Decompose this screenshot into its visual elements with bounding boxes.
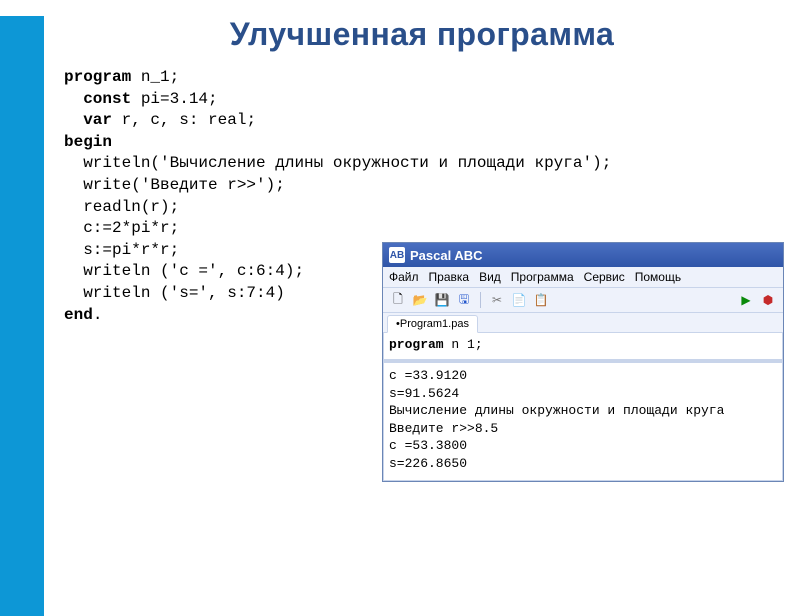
menu-bar: Файл Правка Вид Программа Сервис Помощь — [383, 267, 783, 288]
code-line: write('Введите r>>'); — [64, 176, 285, 194]
menu-service[interactable]: Сервис — [584, 270, 625, 284]
menu-help[interactable]: Помощь — [635, 270, 681, 284]
new-file-icon[interactable]: 🗋 — [389, 291, 407, 309]
cut-icon[interactable]: ✂ — [488, 291, 506, 309]
slide-accent-bar — [0, 16, 44, 616]
code-line: readln(r); — [64, 198, 179, 216]
code-text: r, c, s: real; — [112, 111, 256, 129]
run-icon[interactable]: ▶ — [737, 291, 755, 309]
output-console[interactable]: c =33.9120 s=91.5624 Вычисление длины ок… — [383, 360, 783, 481]
code-line: writeln ('s=', s:7:4) — [64, 284, 285, 302]
pascal-abc-window: AB Pascal ABC Файл Правка Вид Программа … — [382, 242, 784, 482]
editor-text: n 1; — [444, 337, 483, 352]
menu-view[interactable]: Вид — [479, 270, 501, 284]
paste-icon[interactable]: 📋 — [532, 291, 550, 309]
code-text: . — [93, 306, 103, 324]
open-file-icon[interactable]: 📂 — [411, 291, 429, 309]
copy-icon[interactable]: 📄 — [510, 291, 528, 309]
code-line: writeln ('c =', c:6:4); — [64, 262, 304, 280]
stop-icon[interactable]: ⬢ — [759, 291, 777, 309]
toolbar: 🗋 📂 💾 🖫 ✂ 📄 📋 ▶ ⬢ — [383, 288, 783, 313]
slide-title: Улучшенная программа — [58, 16, 786, 53]
code-kw-begin: begin — [64, 133, 112, 151]
save-icon[interactable]: 💾 — [433, 291, 451, 309]
code-text: pi=3.14; — [131, 90, 217, 108]
app-logo-icon: AB — [389, 247, 405, 263]
code-kw-program: program — [64, 68, 131, 86]
window-title-bar[interactable]: AB Pascal ABC — [383, 243, 783, 267]
code-text: n_1; — [131, 68, 179, 86]
menu-file[interactable]: Файл — [389, 270, 419, 284]
code-line: writeln('Вычисление длины окружности и п… — [64, 154, 611, 172]
menu-program[interactable]: Программа — [511, 270, 574, 284]
toolbar-separator — [480, 292, 481, 308]
app-title: Pascal ABC — [410, 248, 483, 263]
code-kw-end: end — [64, 306, 93, 324]
code-line: c:=2*pi*r; — [64, 219, 179, 237]
code-kw-var: var — [64, 111, 112, 129]
code-line: s:=pi*r*r; — [64, 241, 179, 259]
tab-program1[interactable]: •Program1.pas — [387, 315, 478, 333]
save-all-icon[interactable]: 🖫 — [455, 291, 473, 309]
menu-edit[interactable]: Правка — [429, 270, 470, 284]
code-editor[interactable]: program n 1; — [383, 333, 783, 360]
editor-tabs: •Program1.pas — [383, 313, 783, 333]
code-kw-const: const — [64, 90, 131, 108]
editor-kw: program — [389, 337, 444, 352]
